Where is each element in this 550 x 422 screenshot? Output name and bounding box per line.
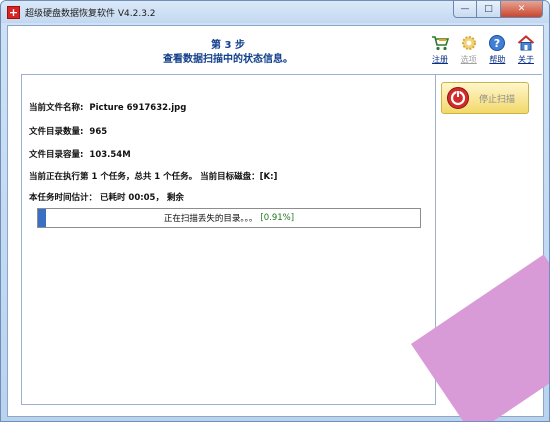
- about-label: 关于: [517, 55, 534, 64]
- status-panel: [21, 74, 436, 405]
- step-subtitle: 查看数据扫描中的状态信息。: [163, 54, 293, 65]
- dir-count-row: 文件目录数量: 965: [29, 125, 107, 137]
- app-window: + 超级硬盘数据恢复软件 V4.2.3.2 — □ ✕ 第 3 步 查看数据扫描…: [0, 0, 550, 422]
- current-file-row: 当前文件名称: Picture 6917632.jpg: [29, 101, 186, 113]
- dir-size-value: 103.54M: [89, 150, 131, 160]
- dir-size-row: 文件目录容量: 103.54M: [29, 148, 131, 160]
- register-label: 注册: [432, 55, 448, 64]
- options-label: 选项: [460, 55, 477, 64]
- house-icon: [517, 34, 535, 52]
- help-label: 帮助: [489, 55, 506, 64]
- cart-icon: [431, 34, 449, 52]
- dir-count-value: 965: [89, 127, 108, 137]
- scan-progress-bar: 正在扫描丢失的目录。。。 [0.91%]: [37, 208, 421, 228]
- svg-text:?: ?: [494, 37, 500, 50]
- time-estimate: 本任务时间估计： 已耗时 00:05， 剩余: [29, 193, 184, 203]
- progress-percent: [0.91%]: [260, 213, 295, 223]
- maximize-button[interactable]: □: [477, 1, 501, 18]
- stop-scan-label: 停止扫描: [479, 94, 516, 105]
- stop-icon: [446, 86, 470, 110]
- task-info: 当前正在执行第 1 个任务，总共 1 个任务。 当前目标磁盘：[K:]: [29, 172, 278, 182]
- dir-size-label: 文件目录容量:: [29, 150, 84, 160]
- register-button[interactable]: 注册: [428, 34, 452, 68]
- progress-text-row: 正在扫描丢失的目录。。。 [0.91%]: [38, 209, 420, 227]
- help-button[interactable]: ? 帮助: [485, 34, 509, 68]
- about-button[interactable]: 关于: [514, 34, 538, 68]
- close-button[interactable]: ✕: [501, 1, 543, 18]
- options-button[interactable]: 选项: [457, 34, 481, 68]
- step-title: 第 3 步: [211, 40, 245, 51]
- help-icon: ?: [488, 34, 506, 52]
- toolbar: 注册 选项 ? 帮助 关于: [428, 34, 538, 68]
- title-bar[interactable]: + 超级硬盘数据恢复软件 V4.2.3.2 — □ ✕: [1, 1, 549, 23]
- window-title: 超级硬盘数据恢复软件 V4.2.3.2: [25, 8, 156, 19]
- gear-icon: [460, 34, 478, 52]
- current-file-label: 当前文件名称:: [29, 103, 84, 113]
- progress-text: 正在扫描丢失的目录。。。: [163, 214, 258, 224]
- minimize-button[interactable]: —: [453, 1, 477, 18]
- current-file-value: Picture 6917632.jpg: [89, 103, 187, 113]
- dir-count-label: 文件目录数量:: [29, 127, 84, 137]
- stop-scan-button[interactable]: 停止扫描: [441, 82, 529, 114]
- app-icon: +: [7, 5, 20, 19]
